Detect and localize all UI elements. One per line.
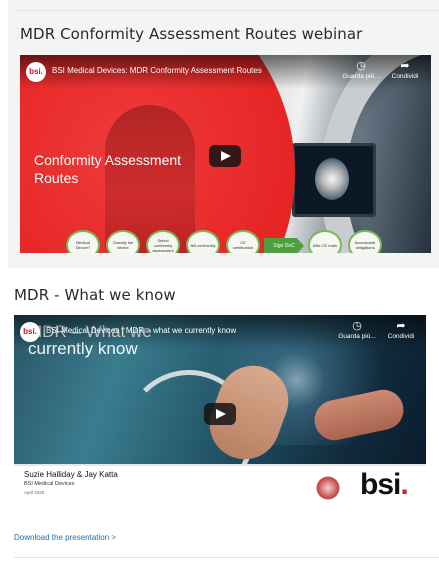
share-arrow-icon: ➦	[396, 320, 406, 332]
flow-step: Affix CE mark	[308, 230, 342, 253]
presenters-text: Suzie Halliday & Jay Katta	[24, 470, 118, 479]
video-player-conformity-routes[interactable]: Conformity Assessment Routes bsi. BSI Me…	[20, 55, 431, 253]
video-top-bar: bsi. BSI Medical Devices: MDR Conformity…	[20, 55, 431, 89]
flow-step: Sign DoC	[264, 238, 304, 253]
video-overlay-title: Conformity Assessment Routes	[34, 152, 182, 186]
share-arrow-icon: ➦	[400, 60, 410, 72]
video-top-bar: bsi. BSI Medical Devices | MDR – what we…	[14, 315, 426, 349]
flow-step: Select conformity assessment	[146, 230, 180, 253]
top-divider	[14, 10, 439, 11]
share-label: Condividi	[391, 73, 419, 80]
conformity-flow-diagram: Medical Device? Classify the device Sele…	[66, 230, 426, 253]
watch-later-button[interactable]: ◷ Guarda più...	[340, 60, 382, 80]
watch-later-label: Guarda più...	[342, 73, 380, 80]
play-icon[interactable]	[209, 145, 241, 167]
flow-step: CE certification	[226, 230, 260, 253]
date-text: April 2020	[24, 490, 45, 495]
flow-step: Classify the device	[106, 230, 140, 253]
video-player-what-we-know[interactable]: MDR – What we currently know bsi. BSI Me…	[14, 315, 426, 515]
bsi-logo: bsi.	[360, 468, 409, 501]
channel-avatar[interactable]: bsi.	[20, 322, 40, 342]
video-title-link[interactable]: BSI Medical Devices | MDR – what we curr…	[46, 326, 236, 335]
slide-footer: Suzie Halliday & Jay Katta BSI Medical D…	[14, 464, 426, 515]
section1-title: MDR Conformity Assessment Routes webinar	[20, 25, 363, 43]
share-button[interactable]: ➦ Condividi	[380, 320, 422, 340]
mri-monitor-image	[292, 143, 376, 217]
share-button[interactable]: ➦ Condividi	[384, 60, 426, 80]
flow-step: Medical Device?	[66, 230, 100, 253]
watch-later-label: Guarda più...	[338, 333, 376, 340]
video-title-link[interactable]: BSI Medical Devices: MDR Conformity Asse…	[52, 66, 262, 75]
bottom-divider	[14, 557, 439, 558]
channel-avatar[interactable]: bsi.	[26, 62, 46, 82]
clock-icon: ◷	[352, 320, 362, 332]
flow-step: NB conformity	[186, 230, 220, 253]
share-label: Condividi	[387, 333, 415, 340]
affiliation-text: BSI Medical Devices	[24, 481, 75, 487]
bsi-emblem-icon	[314, 474, 342, 502]
download-presentation-link[interactable]: Download the presentation >	[14, 533, 116, 542]
watch-later-button[interactable]: ◷ Guarda più...	[336, 320, 378, 340]
play-icon[interactable]	[204, 403, 236, 425]
section2-title: MDR - What we know	[14, 286, 176, 304]
flow-step: Accessorial obligations	[348, 230, 382, 253]
clock-icon: ◷	[356, 60, 366, 72]
